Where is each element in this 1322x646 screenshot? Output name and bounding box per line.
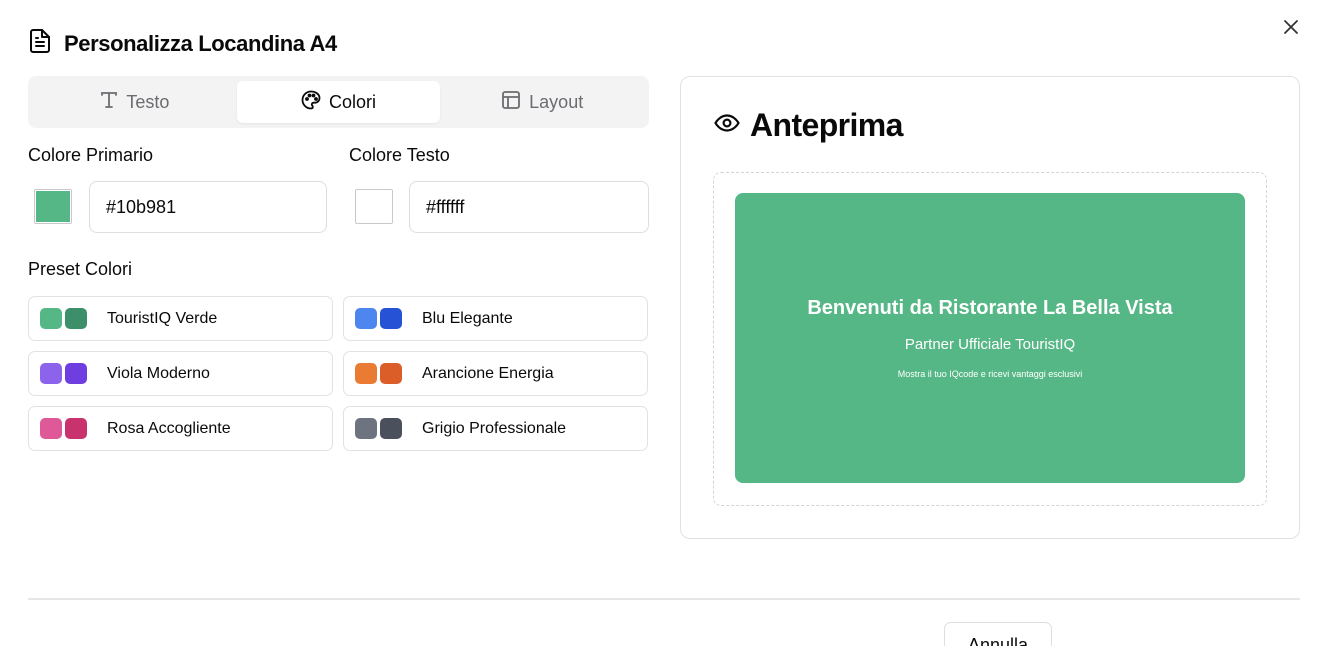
poster-title: Benvenuti da Ristorante La Bella Vista	[807, 297, 1173, 319]
preset-label: Blu Elegante	[422, 309, 513, 327]
primary-color-picker[interactable]	[34, 189, 72, 224]
preset-color-dot	[380, 418, 402, 439]
dialog-header: Personalizza Locandina A4	[28, 28, 337, 59]
preset-color-dot	[380, 308, 402, 329]
tab-testo[interactable]: Testo	[33, 81, 237, 123]
tab-label: Testo	[126, 91, 170, 112]
preset-color-dot	[355, 418, 377, 439]
preset-color-dot	[355, 363, 377, 384]
primary-color-label: Colore Primario	[28, 145, 154, 165]
tab-label: Colori	[329, 91, 377, 112]
preset-color-dot	[40, 363, 62, 384]
preset-grigio-professionale[interactable]: Grigio Professionale	[343, 406, 648, 451]
tab-list: Testo Colori Layout	[28, 76, 649, 128]
preset-color-dot	[40, 308, 62, 329]
preview-card: Anteprima Benvenuti da Ristorante La Bel…	[680, 76, 1300, 539]
primary-color-input[interactable]: #10b981	[89, 181, 327, 233]
preview-header: Anteprima	[714, 107, 903, 144]
layout-icon	[501, 90, 521, 115]
dialog-title: Personalizza Locandina A4	[64, 30, 337, 56]
type-icon	[100, 91, 118, 114]
preset-color-dot	[65, 363, 87, 384]
preset-arancione-energia[interactable]: Arancione Energia	[343, 351, 648, 396]
eye-icon	[714, 113, 740, 138]
preset-label: Grigio Professionale	[422, 419, 567, 437]
preset-viola-moderno[interactable]: Viola Moderno	[28, 351, 333, 396]
text-color-label: Colore Testo	[349, 145, 450, 165]
preview-title: Anteprima	[750, 107, 903, 143]
preset-label: Viola Moderno	[107, 364, 210, 382]
preset-colors-title: Preset Colori	[28, 259, 133, 279]
palette-icon	[301, 90, 321, 115]
preset-blu-elegante[interactable]: Blu Elegante	[343, 296, 648, 341]
text-color-picker[interactable]	[355, 189, 393, 224]
poster-preview: Benvenuti da Ristorante La Bella Vista P…	[735, 193, 1245, 483]
preset-color-dot	[380, 363, 402, 384]
primary-color-swatch	[36, 191, 70, 222]
preset-color-dot	[65, 308, 87, 329]
close-icon	[1283, 19, 1299, 40]
footer-divider	[28, 598, 1300, 600]
tab-layout[interactable]: Layout	[440, 81, 644, 123]
preset-touristiq-verde[interactable]: TouristIQ Verde	[28, 296, 333, 341]
preset-rosa-accogliente[interactable]: Rosa Accogliente	[28, 406, 333, 451]
text-color-swatch	[357, 191, 391, 222]
poster-frame: Benvenuti da Ristorante La Bella Vista P…	[713, 172, 1267, 506]
close-button[interactable]	[1278, 16, 1304, 42]
preset-label: Arancione Energia	[422, 364, 554, 382]
tab-label: Layout	[529, 91, 584, 112]
preset-color-dot	[355, 308, 377, 329]
preset-color-dot	[65, 418, 87, 439]
tab-colori[interactable]: Colori	[236, 81, 441, 123]
cancel-button[interactable]: Annulla	[944, 622, 1052, 646]
preset-color-dot	[40, 418, 62, 439]
preset-label: TouristIQ Verde	[107, 309, 218, 327]
poster-subtitle: Partner Ufficiale TouristIQ	[904, 336, 1076, 353]
poster-note: Mostra il tuo IQcode e ricevi vantaggi e…	[897, 369, 1083, 379]
document-icon	[28, 28, 52, 59]
preset-label: Rosa Accogliente	[107, 419, 231, 437]
text-color-input[interactable]: #ffffff	[409, 181, 649, 233]
